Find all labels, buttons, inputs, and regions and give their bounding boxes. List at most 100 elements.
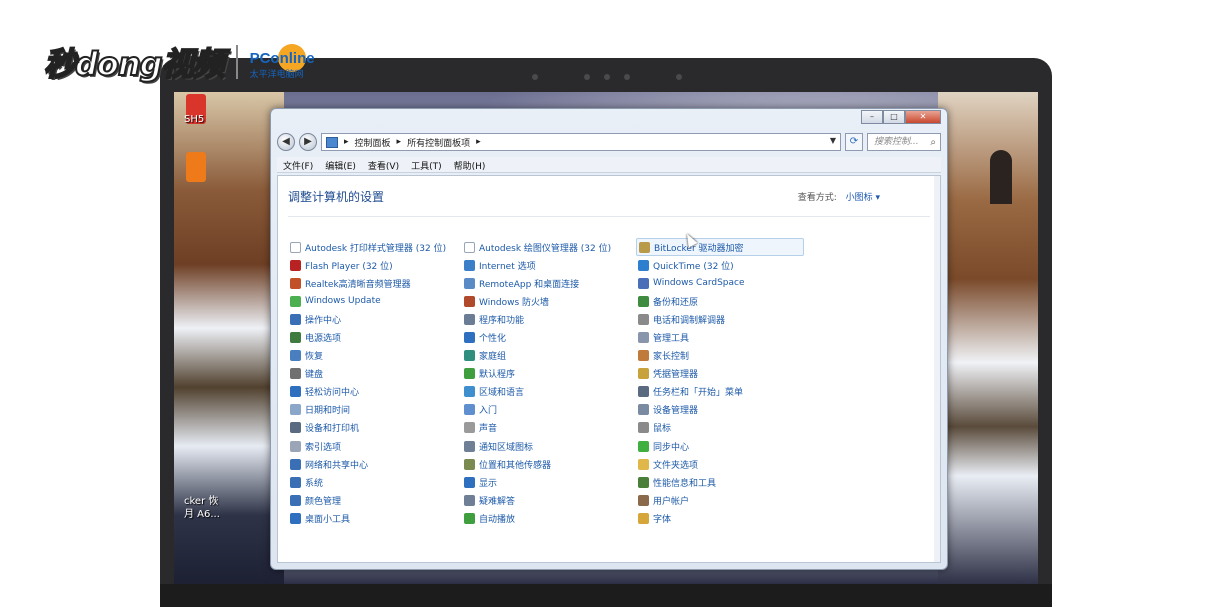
control-panel-item[interactable]: Realtek高清晰音频管理器: [288, 274, 462, 292]
control-panel-item[interactable]: 个性化: [462, 328, 636, 346]
menu-edit[interactable]: 编辑(E): [319, 157, 362, 172]
control-panel-item[interactable]: 文件夹选项: [636, 455, 810, 473]
desktop-icon-label[interactable]: 月 A6...: [184, 505, 220, 520]
control-panel-item[interactable]: Autodesk 打印样式管理器 (32 位): [288, 238, 462, 256]
firewall-icon: [464, 295, 475, 307]
maximize-button[interactable]: □: [883, 110, 905, 124]
speaker-icon: [290, 277, 301, 289]
control-panel-item-label: 电话和调制解调器: [653, 315, 726, 326]
document-icon: [290, 241, 301, 253]
control-panel-item[interactable]: Windows CardSpace: [636, 274, 810, 292]
control-panel-item[interactable]: 操作中心: [288, 310, 462, 328]
search-placeholder: 搜索控制...: [874, 137, 919, 147]
control-panel-item-label: 设备和打印机: [305, 424, 360, 435]
control-panel-item[interactable]: 家庭组: [462, 347, 636, 365]
control-panel-item[interactable]: 备份和还原: [636, 292, 810, 310]
control-panel-item[interactable]: 同步中心: [636, 437, 810, 455]
cardspace-icon: [638, 277, 649, 289]
control-panel-item[interactable]: 声音: [462, 419, 636, 437]
control-panel-item-label: 备份和还原: [653, 297, 699, 308]
control-panel-item-label: 个性化: [479, 333, 507, 344]
control-panel-item[interactable]: 索引选项: [288, 437, 462, 455]
control-panel-item[interactable]: 颜色管理: [288, 491, 462, 509]
control-panel-item[interactable]: Flash Player (32 位): [288, 256, 462, 274]
control-panel-item[interactable]: 疑难解答: [462, 491, 636, 509]
control-panel-item-label: 字体: [653, 514, 672, 525]
control-panel-item[interactable]: 程序和功能: [462, 310, 636, 328]
control-panel-item[interactable]: 桌面小工具: [288, 509, 462, 527]
control-panel-item-label: Windows Update: [305, 296, 381, 307]
menu-tools[interactable]: 工具(T): [405, 157, 448, 172]
search-icon[interactable]: ⌕: [930, 135, 936, 151]
control-panel-item[interactable]: 默认程序: [462, 365, 636, 383]
desktop-icon-label[interactable]: SH5: [184, 114, 204, 125]
control-panel-item-label: 鼠标: [653, 424, 672, 435]
control-panel-item-label: 桌面小工具: [305, 514, 351, 525]
control-panel-item[interactable]: BitLocker 驱动器加密: [636, 238, 804, 256]
video-frame: 秒dong视频 PConline 太平洋电脑网 SH5 cker 恢 月 A6.…: [0, 0, 1211, 607]
control-panel-item[interactable]: 性能信息和工具: [636, 473, 810, 491]
control-panel-item[interactable]: 恢复: [288, 347, 462, 365]
control-panel-item[interactable]: 设备管理器: [636, 401, 810, 419]
forward-button[interactable]: ▶: [299, 133, 317, 151]
logo-divider: [235, 45, 238, 79]
control-panel-item[interactable]: 区域和语言: [462, 383, 636, 401]
backup-icon: [638, 295, 649, 307]
control-panel-item[interactable]: Autodesk 绘图仪管理器 (32 位): [462, 238, 636, 256]
menu-view[interactable]: 查看(V): [362, 157, 405, 172]
menu-help[interactable]: 帮助(H): [448, 157, 492, 172]
chevron-down-icon[interactable]: ▼: [830, 136, 836, 145]
desktop-app-icon[interactable]: [186, 152, 206, 182]
control-panel-item[interactable]: Internet 选项: [462, 256, 636, 274]
control-panel-item[interactable]: 管理工具: [636, 328, 810, 346]
vertical-scrollbar[interactable]: [934, 176, 940, 562]
sensor-dot: [532, 74, 538, 80]
parental-icon: [638, 350, 649, 362]
search-input[interactable]: 搜索控制... ⌕: [867, 133, 941, 151]
control-panel-item[interactable]: 电源选项: [288, 328, 462, 346]
control-panel-item-label: 同步中心: [653, 442, 690, 453]
close-button[interactable]: ✕: [905, 110, 941, 124]
control-panel-item[interactable]: Windows Update: [288, 292, 462, 310]
sensor-dot: [604, 74, 610, 80]
control-panel-item[interactable]: 用户帐户: [636, 491, 810, 509]
control-panel-item[interactable]: 日期和时间: [288, 401, 462, 419]
control-panel-item[interactable]: 显示: [462, 473, 636, 491]
control-panel-item-label: 区域和语言: [479, 388, 525, 399]
view-by: 查看方式: 小图标 ▾: [798, 190, 880, 203]
partner-subtitle: 太平洋电脑网: [249, 70, 304, 80]
refresh-button[interactable]: ⟳: [845, 133, 863, 151]
back-button[interactable]: ◀: [277, 133, 295, 151]
getting-started-icon: [464, 404, 475, 416]
control-panel-item[interactable]: 通知区域图标: [462, 437, 636, 455]
printer-icon: [290, 422, 301, 434]
control-panel-item[interactable]: 网络和共享中心: [288, 455, 462, 473]
control-panel-item[interactable]: 轻松访问中心: [288, 383, 462, 401]
control-panel-item[interactable]: 鼠标: [636, 419, 810, 437]
control-panel-item[interactable]: 任务栏和「开始」菜单: [636, 383, 810, 401]
control-panel-item[interactable]: 设备和打印机: [288, 419, 462, 437]
control-panel-item[interactable]: 家长控制: [636, 347, 810, 365]
minimize-button[interactable]: –: [861, 110, 883, 124]
control-panel-item[interactable]: QuickTime (32 位): [636, 256, 810, 274]
control-panel-item[interactable]: RemoteApp 和桌面连接: [462, 274, 636, 292]
navigation-bar: ◀ ▶ ▸ 控制面板 ▸ 所有控制面板项 ▸ ▼ ⟳ 搜索控制... ⌕: [277, 131, 941, 153]
control-panel-item[interactable]: 电话和调制解调器: [636, 310, 810, 328]
control-panel-item[interactable]: 位置和其他传感器: [462, 455, 636, 473]
control-panel-item[interactable]: 入门: [462, 401, 636, 419]
internet-options-icon: [464, 259, 475, 271]
control-panel-item[interactable]: 自动播放: [462, 509, 636, 527]
control-panel-item[interactable]: 键盘: [288, 365, 462, 383]
control-panel-item[interactable]: Windows 防火墙: [462, 292, 636, 310]
control-panel-window[interactable]: – □ ✕ ◀ ▶ ▸ 控制面板 ▸ 所有控制面板项 ▸ ▼ ⟳ 搜索控制...…: [270, 108, 948, 570]
menu-file[interactable]: 文件(F): [277, 157, 319, 172]
partner-logo: PConline 太平洋电脑网: [250, 42, 328, 82]
view-by-dropdown[interactable]: 小图标 ▾: [846, 193, 880, 203]
address-bar[interactable]: ▸ 控制面板 ▸ 所有控制面板项 ▸ ▼: [321, 133, 841, 151]
breadcrumb-item[interactable]: 控制面板: [355, 136, 391, 149]
network-icon: [290, 458, 301, 470]
control-panel-item[interactable]: 字体: [636, 509, 810, 527]
breadcrumb-item[interactable]: 所有控制面板项: [407, 136, 470, 149]
control-panel-item[interactable]: 凭据管理器: [636, 365, 810, 383]
control-panel-item[interactable]: 系统: [288, 473, 462, 491]
